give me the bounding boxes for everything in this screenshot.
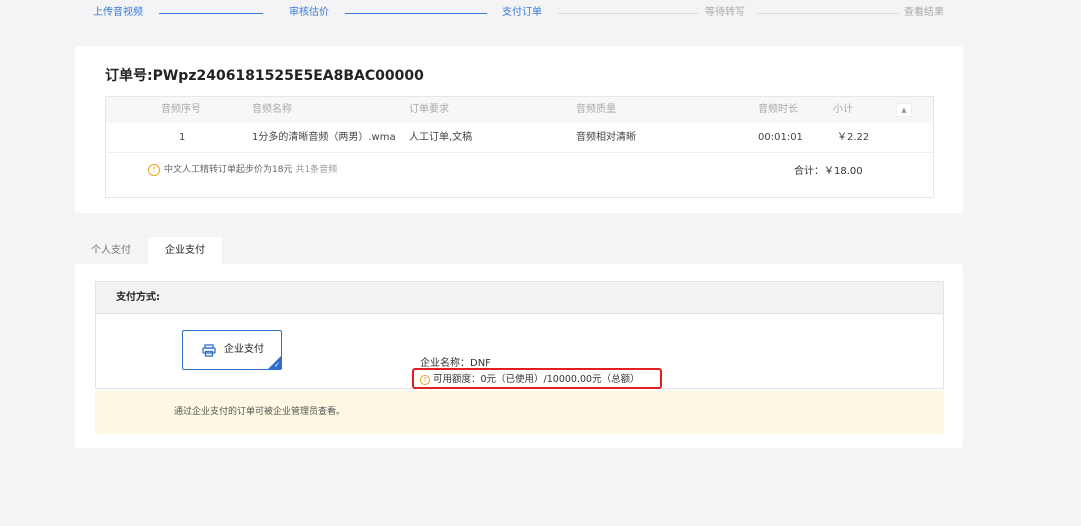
table-header: 音频序号 音频名称 订单要求 音频质量 音频时长 小计 ▲ <box>106 97 933 123</box>
order-card: 订单号:PWpz2406181525E5EA8BAC00000 音频序号 音频名… <box>75 46 963 213</box>
tab-personal-payment[interactable]: 个人支付 <box>78 237 144 264</box>
progress-stepper: 上传音视频 审核估价 支付订单 等待转写 查看结果 <box>93 7 958 21</box>
cell-subtotal: ￥2.22 <box>837 132 870 143</box>
step-connector <box>159 13 263 14</box>
company-name: 企业名称：DNF <box>420 358 491 369</box>
price-notice: ! 中文人工精转订单起步价为18元 共1条音频 <box>148 162 337 176</box>
enterprise-pay-note: 通过企业支付的订单可被企业管理员查看。 <box>95 391 944 434</box>
sort-up-icon[interactable]: ▲ <box>896 103 912 117</box>
notice-text: 中文人工精转订单起步价为18元 <box>164 165 293 175</box>
cell-index: 1 <box>179 132 186 143</box>
printer-icon <box>202 344 216 357</box>
step-payment: 支付订单 <box>502 7 542 18</box>
step-connector <box>345 13 487 14</box>
cell-requirement: 人工订单,文稿 <box>409 132 473 143</box>
step-transcribe: 等待转写 <box>705 7 745 18</box>
col-audio-duration: 音频时长 <box>758 104 798 115</box>
note-text: 通过企业支付的订单可被企业管理员查看。 <box>174 407 346 417</box>
quota-highlight: ? 可用额度：0元（已使用）/10000.00元（总额） <box>412 368 662 389</box>
payment-method-label: 支付方式: <box>116 292 160 303</box>
tab-enterprise-payment[interactable]: 企业支付 <box>148 237 222 264</box>
step-connector <box>757 13 899 14</box>
question-icon: ? <box>420 374 430 385</box>
cell-duration: 00:01:01 <box>758 132 803 143</box>
payment-method-header: 支付方式: <box>96 282 943 314</box>
enterprise-pay-label: 企业支付 <box>224 344 264 355</box>
table-row: 1 1分多的清晰音频（两男）.wma 人工订单,文稿 音频相对清晰 00:01:… <box>106 123 933 152</box>
payment-method-box: 支付方式: 企业支付 ✓ 企业名称：DNF ? 可用额度：0元（已使用）/1000… <box>95 281 944 389</box>
step-review: 审核估价 <box>289 7 329 18</box>
cell-quality: 音频相对清晰 <box>576 132 636 143</box>
available-quota: ? 可用额度：0元（已使用）/10000.00元（总额） <box>420 374 640 385</box>
col-audio-index: 音频序号 <box>161 104 201 115</box>
step-connector <box>558 13 698 14</box>
warning-icon: ! <box>148 163 160 176</box>
order-table: 音频序号 音频名称 订单要求 音频质量 音频时长 小计 ▲ 1 1分多的清晰音频… <box>105 96 934 198</box>
audio-count: 共1条音频 <box>295 165 338 175</box>
col-audio-name: 音频名称 <box>252 104 292 115</box>
payment-card: 支付方式: 企业支付 ✓ 企业名称：DNF ? 可用额度：0元（已使用）/1000… <box>75 264 963 448</box>
enterprise-pay-button[interactable]: 企业支付 ✓ <box>182 330 282 370</box>
quota-text: 可用额度：0元（已使用）/10000.00元（总额） <box>433 374 640 385</box>
col-order-requirement: 订单要求 <box>409 104 449 115</box>
cell-name: 1分多的清晰音频（两男）.wma <box>252 132 396 143</box>
order-number: 订单号:PWpz2406181525E5EA8BAC00000 <box>105 68 424 84</box>
step-result: 查看结果 <box>904 7 944 18</box>
order-total: 合计：￥18.00 <box>794 166 863 177</box>
table-footer: ! 中文人工精转订单起步价为18元 共1条音频 合计：￥18.00 <box>106 152 933 197</box>
step-upload: 上传音视频 <box>93 7 143 18</box>
col-subtotal: 小计 <box>833 104 853 115</box>
col-audio-quality: 音频质量 <box>576 104 616 115</box>
check-icon: ✓ <box>274 361 280 369</box>
